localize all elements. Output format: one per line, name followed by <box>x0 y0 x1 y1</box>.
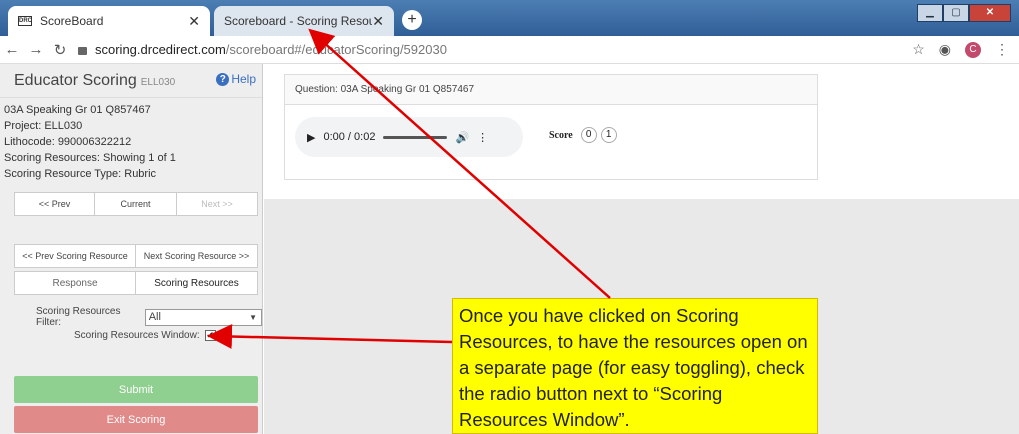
tab-title: ScoreBoard <box>40 14 104 28</box>
resources-window-option: Scoring Resources Window: ✔ <box>74 330 216 341</box>
tab-title: Scoreboard - Scoring Resources <box>224 14 373 28</box>
browser-tab-scoreboard[interactable]: DRC ScoreBoard ✕ <box>8 6 210 36</box>
minimize-icon[interactable]: ▁ <box>917 4 943 22</box>
score-option-0[interactable]: 0 <box>580 127 597 143</box>
info-line: Scoring Resources: Showing 1 of 1 <box>4 152 176 164</box>
filter-label: Scoring Resources Filter: <box>36 306 121 328</box>
item-info: 03A Speaking Gr 01 Q857467 Project: ELL0… <box>0 98 262 186</box>
project-code: ELL030 <box>140 77 176 88</box>
menu-kebab-icon[interactable]: ⋮ <box>995 41 1009 58</box>
browser-tab-scoring-resources[interactable]: Scoreboard - Scoring Resources ✕ <box>214 6 394 36</box>
view-tabs: Response Scoring Resources <box>14 271 258 295</box>
tab-scoring-resources[interactable]: Scoring Resources <box>136 272 257 294</box>
resources-window-checkbox[interactable]: ✔ <box>204 330 216 341</box>
question-area: Question: 03A Speaking Gr 01 Q857467 ▶ 0… <box>264 64 1019 199</box>
score-selector: Score 0 1 <box>549 127 617 143</box>
info-line: Lithocode: 990006322212 <box>4 136 132 148</box>
info-line: Project: ELL030 <box>4 120 83 132</box>
window-controls: ▁ ▢ ✕ <box>917 4 1011 22</box>
avatar[interactable]: C <box>965 41 981 58</box>
url-path: /scoreboard#/educatorScoring/592030 <box>225 42 447 57</box>
tab-response[interactable]: Response <box>15 272 136 294</box>
new-tab-plus-icon[interactable]: + <box>402 10 422 30</box>
filter-value: All <box>148 311 161 323</box>
next-button[interactable]: Next >> <box>177 193 257 215</box>
star-icon[interactable]: ☆ <box>912 41 925 58</box>
window-label: Scoring Resources Window: <box>74 330 200 341</box>
play-icon[interactable]: ▶ <box>307 131 315 144</box>
info-line: 03A Speaking Gr 01 Q857467 <box>4 104 151 116</box>
help-link[interactable]: ? Help <box>216 72 256 86</box>
submit-button[interactable]: Submit <box>14 376 258 403</box>
sidebar-header: Educator Scoring ELL030 ? Help <box>0 64 262 98</box>
exit-scoring-button[interactable]: Exit Scoring <box>14 406 258 433</box>
resources-filter: Scoring Resources Filter: All ▼ <box>36 306 262 328</box>
help-label: Help <box>231 72 256 86</box>
current-button[interactable]: Current <box>95 193 177 215</box>
chevron-down-icon: ▼ <box>249 312 257 322</box>
page-title: Educator Scoring <box>14 71 137 89</box>
score-label: Score <box>549 129 573 141</box>
maximize-icon[interactable]: ▢ <box>943 4 969 22</box>
close-icon[interactable]: ✕ <box>188 13 200 30</box>
question-label: Question: 03A Speaking Gr 01 Q857467 <box>285 75 817 105</box>
prev-resource-button[interactable]: << Prev Scoring Resource <box>15 245 136 267</box>
url-host: scoring.drcedirect.com <box>95 42 226 57</box>
sidebar: Educator Scoring ELL030 ? Help 03A Speak… <box>0 64 263 434</box>
extension-icon[interactable]: ◉ <box>939 41 951 58</box>
audio-time: 0:00 / 0:02 <box>323 131 376 143</box>
instruction-callout: Once you have clicked on Scoring Resourc… <box>452 298 818 434</box>
address-bar: ← → ↻ scoring.drcedirect.com/scoreboard#… <box>0 36 1019 64</box>
question-card: Question: 03A Speaking Gr 01 Q857467 ▶ 0… <box>284 74 818 180</box>
close-icon[interactable]: ✕ <box>372 13 384 30</box>
lock-icon <box>78 46 87 55</box>
browser-right-controls: ☆ ◉ C ⋮ <box>912 41 1009 58</box>
reload-icon[interactable]: ↻ <box>48 41 72 59</box>
next-resource-button[interactable]: Next Scoring Resource >> <box>136 245 257 267</box>
score-option-1[interactable]: 1 <box>600 127 617 143</box>
browser-tab-bar: DRC ScoreBoard ✕ Scoreboard - Scoring Re… <box>0 0 1019 36</box>
volume-icon[interactable]: 🔊 <box>455 131 469 144</box>
resource-nav: << Prev Scoring Resource Next Scoring Re… <box>14 244 258 268</box>
drc-favicon-icon: DRC <box>18 16 32 26</box>
response-nav: << Prev Current Next >> <box>14 192 258 216</box>
forward-arrow-icon[interactable]: → <box>24 41 48 58</box>
audio-menu-icon[interactable]: ⋮ <box>477 131 488 144</box>
back-arrow-icon[interactable]: ← <box>0 41 24 58</box>
audio-progress-slider[interactable] <box>383 135 448 139</box>
audio-player[interactable]: ▶ 0:00 / 0:02 🔊 ⋮ <box>295 117 523 157</box>
prev-button[interactable]: << Prev <box>15 193 95 215</box>
filter-select[interactable]: All ▼ <box>144 308 262 326</box>
info-line: Scoring Resource Type: Rubric <box>4 168 157 180</box>
window-close-icon[interactable]: ✕ <box>969 4 1011 22</box>
help-icon: ? <box>216 72 230 86</box>
url-field[interactable]: scoring.drcedirect.com/scoreboard#/educa… <box>78 42 447 57</box>
